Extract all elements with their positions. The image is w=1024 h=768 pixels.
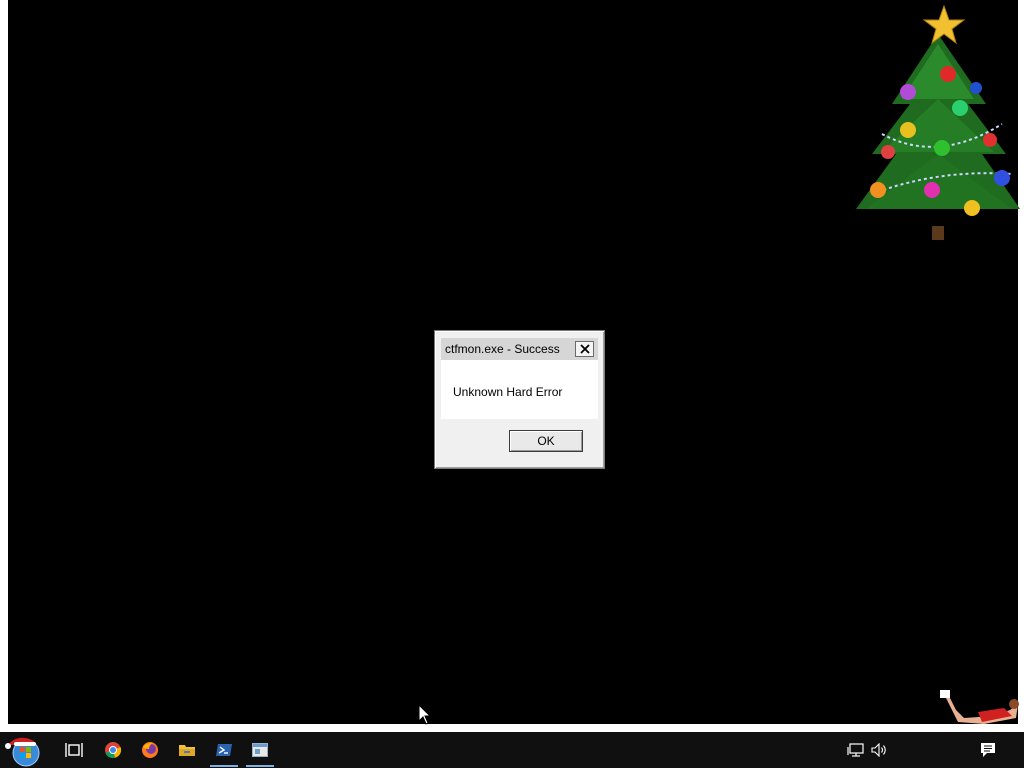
volume-tray-button[interactable] <box>862 732 898 768</box>
ok-button[interactable]: OK <box>509 430 583 452</box>
task-view-button[interactable] <box>56 732 92 768</box>
powershell-icon <box>216 744 232 756</box>
santa-girl-decoration <box>940 690 1019 724</box>
powershell-button[interactable] <box>206 732 242 768</box>
taskbar <box>0 732 1024 768</box>
error-dialog: ctfmon.exe - Success Unknown Hard Error … <box>434 330 605 469</box>
desktop-frame-bottom <box>0 724 1024 732</box>
firefox-button[interactable] <box>132 732 168 768</box>
dialog-message: Unknown Hard Error <box>453 385 563 399</box>
mouse-cursor-icon <box>418 704 432 725</box>
dialog-titlebar[interactable]: ctfmon.exe - Success <box>441 338 598 360</box>
notifications-icon <box>981 743 995 757</box>
volume-icon <box>871 743 886 757</box>
dialog-body: Unknown Hard Error <box>441 360 598 419</box>
start-orb-santa-icon <box>5 737 40 767</box>
file-explorer-button[interactable] <box>169 732 205 768</box>
chrome-icon <box>105 742 122 759</box>
close-button[interactable] <box>575 341 594 357</box>
close-icon <box>579 344 590 354</box>
chrome-button[interactable] <box>95 732 131 768</box>
firefox-icon <box>142 742 158 758</box>
start-button[interactable] <box>2 732 46 768</box>
window-icon <box>252 743 268 757</box>
christmas-tree-decoration <box>856 4 1020 240</box>
task-view-icon <box>65 743 83 757</box>
dialog-title: ctfmon.exe - Success <box>445 342 560 356</box>
folder-icon <box>179 745 195 756</box>
window-button[interactable] <box>242 732 278 768</box>
notifications-button[interactable] <box>970 732 1006 768</box>
